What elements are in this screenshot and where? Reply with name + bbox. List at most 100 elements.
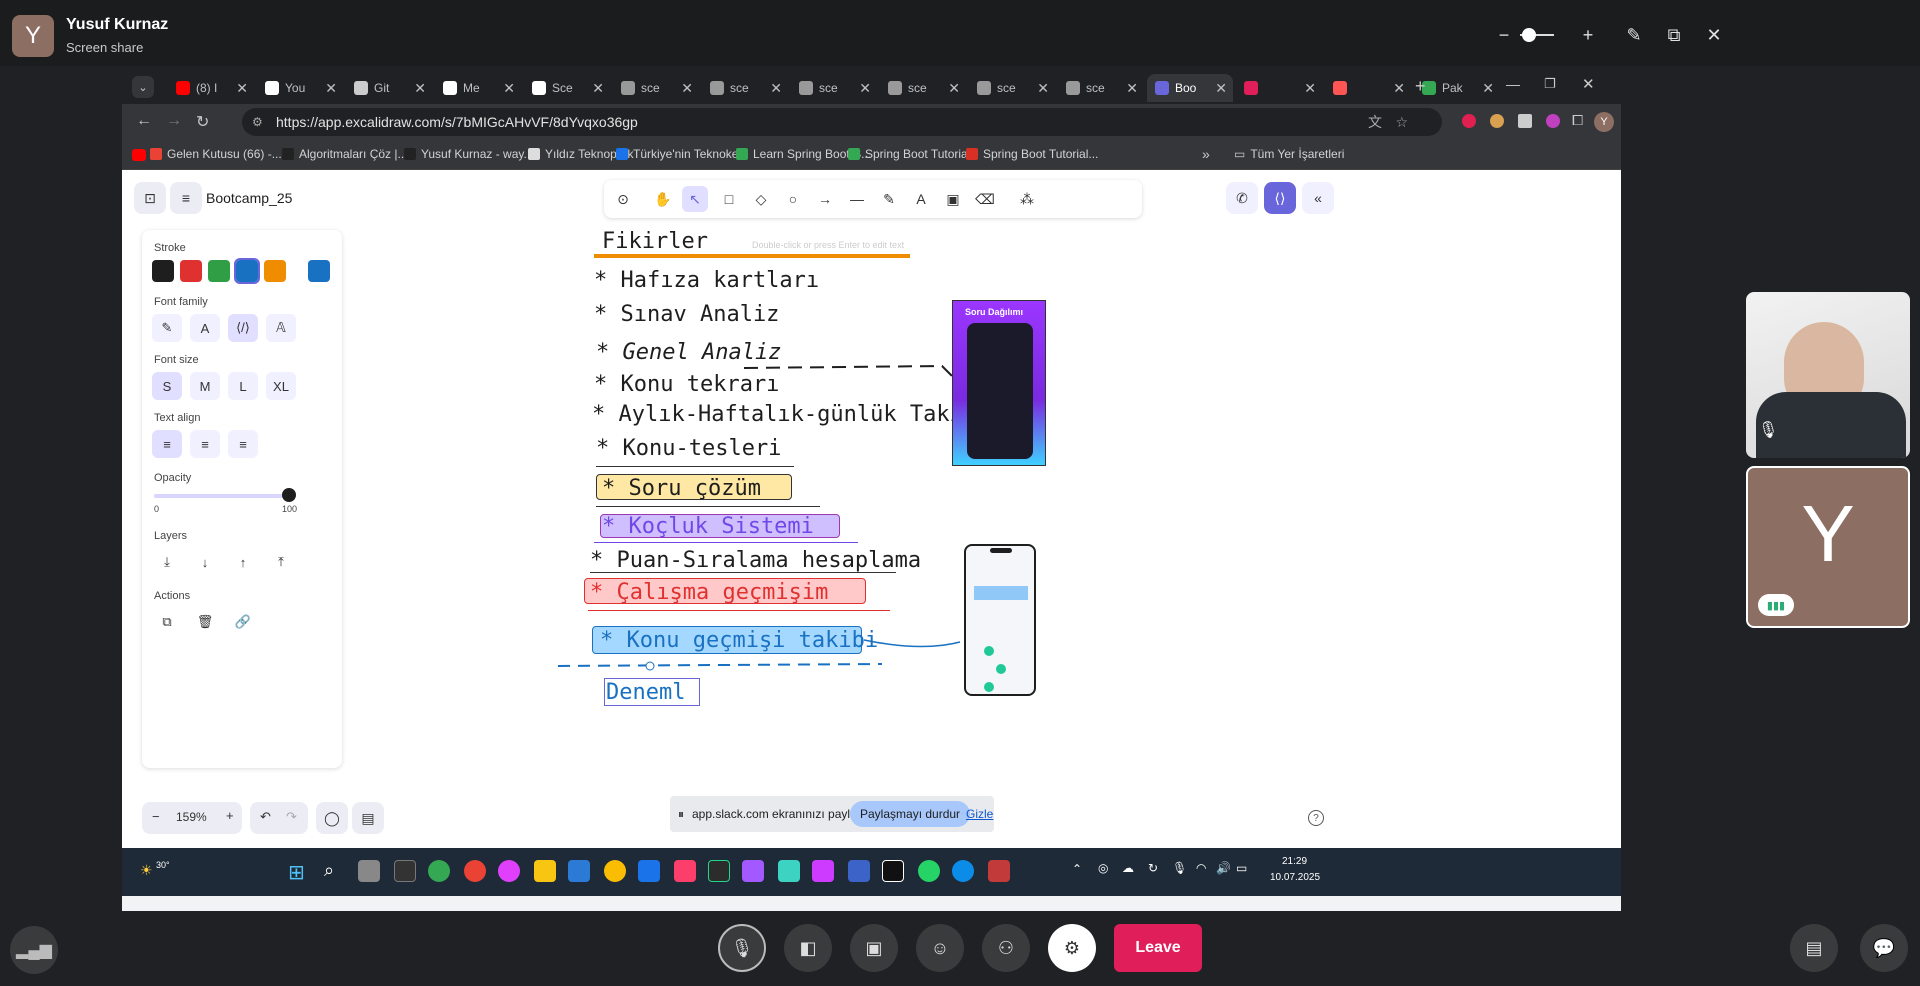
browser-tab[interactable]: sce ✕	[702, 74, 788, 102]
snipping-tool-icon[interactable]	[988, 860, 1010, 882]
hide-link[interactable]: Gizle	[966, 807, 993, 821]
intellij-icon[interactable]	[674, 860, 696, 882]
browser-tab[interactable]: ✕	[1236, 74, 1322, 102]
wifi-icon[interactable]: ◠	[1196, 861, 1206, 875]
phone-screenshot-image[interactable]: Soru Dağılımı	[952, 300, 1046, 466]
extension-icon[interactable]	[1490, 114, 1504, 128]
forward-icon[interactable]: →	[166, 112, 182, 130]
back-icon[interactable]: ←	[136, 112, 152, 130]
zoom-slider-handle[interactable]	[1522, 28, 1536, 42]
tab-close-icon[interactable]: ✕	[503, 80, 515, 97]
new-tab-icon[interactable]: +	[1415, 76, 1426, 97]
screen-share-icon[interactable]: ▣	[850, 924, 898, 972]
mic-icon[interactable]: 🎙	[1172, 861, 1187, 875]
browser-tab[interactable]: sce ✕	[969, 74, 1055, 102]
presentation-icon[interactable]: ▤	[352, 802, 384, 834]
tab-search-icon[interactable]: ⌄	[132, 76, 154, 98]
youtube-icon[interactable]	[132, 149, 146, 161]
datagrip-icon[interactable]	[848, 860, 870, 882]
settings-gear-icon[interactable]: ⚙	[1048, 924, 1096, 972]
browser-tab[interactable]: sce ✕	[791, 74, 877, 102]
tab-close-icon[interactable]: ✕	[681, 80, 693, 97]
edge-icon[interactable]	[952, 860, 974, 882]
tab-close-icon[interactable]: ✕	[592, 80, 604, 97]
window-close-icon[interactable]: ✕	[1582, 75, 1595, 93]
browser-tab[interactable]: Pak ✕	[1414, 74, 1500, 102]
signal-icon[interactable]: ▂▄▆	[10, 926, 58, 974]
tab-close-icon[interactable]: ✕	[325, 80, 337, 97]
tab-close-icon[interactable]: ✕	[1393, 80, 1405, 97]
tab-close-icon[interactable]: ✕	[414, 80, 426, 97]
popout-icon[interactable]: ⧉	[1660, 24, 1688, 46]
weather-icon[interactable]: ☀	[140, 862, 153, 879]
chrome-icon[interactable]	[428, 860, 450, 882]
browser-tab[interactable]: Boo ✕	[1147, 74, 1233, 102]
extension-icon[interactable]	[1546, 114, 1560, 128]
add-people-icon[interactable]: ⚇	[982, 924, 1030, 972]
translate-icon[interactable]: 文	[1368, 108, 1382, 136]
bookmark-star-icon[interactable]: ☆	[1395, 108, 1408, 136]
bookmark-item[interactable]: Spring Boot Tutorial	[848, 147, 970, 161]
leave-button[interactable]: Leave	[1114, 924, 1202, 972]
bookmark-item[interactable]: Spring Boot Tutorial...	[966, 147, 1098, 161]
extensions-puzzle-icon[interactable]: ⧠	[1572, 112, 1583, 129]
sync-icon[interactable]: ↻	[1148, 861, 1158, 875]
bookmark-item[interactable]: Türkiye'nin Teknoke...	[616, 147, 748, 161]
clock-time[interactable]: 21:29	[1282, 856, 1307, 867]
bookmark-item[interactable]: Gelen Kutusu (66) -...	[150, 147, 282, 161]
battery-icon[interactable]: ▭	[1236, 861, 1247, 875]
undo-icon[interactable]: ↶	[260, 809, 271, 825]
zoom-out-icon[interactable]: −	[1490, 24, 1518, 46]
tray-chevron-icon[interactable]: ⌃	[1072, 862, 1082, 876]
browser-tab[interactable]: Sce ✕	[524, 74, 610, 102]
comment-icon[interactable]: ◯	[316, 802, 348, 834]
tray-icon[interactable]: ◎	[1098, 861, 1108, 875]
notes-icon[interactable]: ▤	[1790, 924, 1838, 972]
zoom-out-button[interactable]: −	[152, 809, 160, 824]
close-icon[interactable]: ✕	[1700, 24, 1728, 46]
minimize-icon[interactable]: —	[1506, 76, 1520, 92]
video-off-icon[interactable]: ◧	[784, 924, 832, 972]
remote-control-icon[interactable]: ✎	[1620, 24, 1648, 46]
chrome-icon[interactable]	[498, 860, 520, 882]
file-explorer-icon[interactable]	[534, 860, 556, 882]
help-icon[interactable]: ?	[1308, 810, 1324, 826]
browser-tab[interactable]: (8) I ✕	[168, 74, 254, 102]
more-bookmarks-icon[interactable]: »	[1202, 146, 1210, 162]
phone-screenshot-image[interactable]	[964, 544, 1036, 696]
chrome-icon[interactable]	[464, 860, 486, 882]
chrome-icon[interactable]	[604, 860, 626, 882]
participant-tile[interactable]: Y ▮▮▮	[1746, 466, 1910, 628]
webstorm-icon[interactable]	[708, 860, 730, 882]
vscode-icon[interactable]	[568, 860, 590, 882]
tab-close-icon[interactable]: ✕	[1304, 80, 1316, 97]
browser-tab[interactable]: Me ✕	[435, 74, 521, 102]
tab-close-icon[interactable]: ✕	[948, 80, 960, 97]
zoom-level[interactable]: 159%	[176, 810, 207, 824]
terminal-icon[interactable]	[394, 860, 416, 882]
emoji-icon[interactable]: ☺	[916, 924, 964, 972]
chat-icon[interactable]: 💬	[1860, 924, 1908, 972]
reload-icon[interactable]: ↻	[196, 112, 209, 132]
browser-tab[interactable]: sce ✕	[613, 74, 699, 102]
redo-icon[interactable]: ↷	[286, 809, 297, 825]
profile-avatar[interactable]: Y	[1594, 112, 1614, 132]
figma-icon[interactable]	[742, 860, 764, 882]
task-view-icon[interactable]	[358, 860, 380, 882]
phpstorm-icon[interactable]	[812, 860, 834, 882]
url-input[interactable]: ⚙ https://app.excalidraw.com/s/7bMIGcAHv…	[242, 108, 1442, 136]
clock-date[interactable]: 10.07.2025	[1270, 872, 1320, 883]
tab-close-icon[interactable]: ✕	[236, 80, 248, 97]
git-icon[interactable]	[778, 860, 800, 882]
search-icon[interactable]: ⌕	[324, 860, 334, 881]
zoom-in-icon[interactable]: +	[1574, 24, 1602, 46]
all-bookmarks[interactable]: ▭ Tüm Yer İşaretleri	[1234, 147, 1344, 161]
browser-tab[interactable]: ✕	[1325, 74, 1411, 102]
stop-sharing-button[interactable]: Paylaşmayı durdur	[850, 801, 971, 827]
browser-tab[interactable]: Git ✕	[346, 74, 432, 102]
mute-icon[interactable]: 🎙	[718, 924, 766, 972]
participant-video-tile[interactable]: 🎙	[1746, 292, 1910, 458]
slack-taskbar-icon[interactable]	[882, 860, 904, 882]
tab-close-icon[interactable]: ✕	[859, 80, 871, 97]
tab-close-icon[interactable]: ✕	[1482, 80, 1494, 97]
